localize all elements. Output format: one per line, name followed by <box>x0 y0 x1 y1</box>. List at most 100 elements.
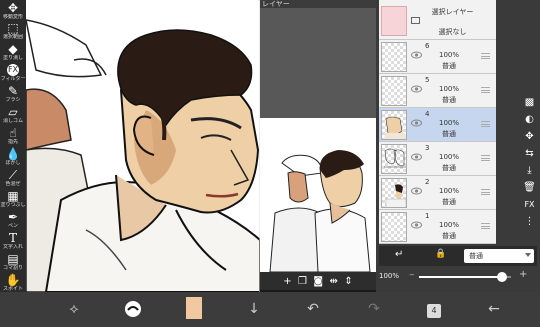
selection-layer-status: 選択なし <box>438 28 467 36</box>
fill-tool[interactable]: ◆ 塗り潰し <box>0 43 26 61</box>
fx-icon[interactable]: FX <box>521 198 538 212</box>
layer-row-3[interactable]: 3 100% 普通 <box>379 142 496 176</box>
brush-icon <box>125 301 141 317</box>
opacity-row: 100% − + <box>379 268 537 286</box>
stamp-tool[interactable]: ▦ 塗りつぶし <box>0 190 26 208</box>
dropper-icon: ☝ <box>9 126 17 140</box>
down-arrow-icon[interactable]: ↓ <box>246 296 262 322</box>
layer-thumbnail-art <box>384 116 406 139</box>
opacity-slider-knob[interactable] <box>496 272 507 282</box>
layer-thumbnail <box>381 212 407 242</box>
layer-row-5[interactable]: 5 100% 普通 <box>379 74 496 108</box>
blur-icon: 💧 <box>5 147 21 161</box>
blur-tool[interactable]: 💧 ぼかし <box>0 148 26 166</box>
opacity-slider[interactable] <box>419 272 511 282</box>
stamp-icon: ▦ <box>7 189 19 203</box>
drag-handle-icon[interactable] <box>481 155 490 161</box>
layer-number: 3 <box>425 144 430 152</box>
back-icon[interactable]: ← <box>484 296 504 322</box>
plus-icon[interactable]: + <box>519 269 527 280</box>
layer-row-4[interactable]: 4 100% 普通 <box>379 108 496 142</box>
drag-handle-icon[interactable] <box>481 53 490 59</box>
brush-settings-icon[interactable]: ⟡ <box>62 296 86 322</box>
camera-icon[interactable]: ◙ <box>313 276 323 287</box>
drag-handle-icon[interactable] <box>481 121 490 127</box>
layer-blend-mode: 普通 <box>442 96 456 104</box>
pen-nib-icon: ✒ <box>7 210 19 224</box>
left-toolbar: ✥ 移動変形 ⬚ 選択範囲 ◆ 塗り潰し FX フィルター ✎ ブラシ ▱ 消しゴム ☝ 指先… <box>0 0 26 292</box>
drag-handle-icon[interactable] <box>481 223 490 229</box>
layer-thumbnail <box>381 42 407 72</box>
artwork-illustration <box>26 0 260 292</box>
layers-count-button[interactable]: 4 <box>424 296 444 322</box>
layer-opacity: 100% <box>438 153 459 161</box>
eye-icon[interactable] <box>411 85 422 93</box>
merge-down-icon[interactable]: ⤓ <box>521 164 538 178</box>
eye-icon[interactable] <box>411 51 422 59</box>
mix-tool[interactable]: ⟋ 色混ぜ <box>0 169 26 187</box>
eye-icon[interactable] <box>411 153 422 161</box>
minus-icon[interactable]: − <box>409 271 415 279</box>
drag-handle-icon[interactable] <box>481 87 490 93</box>
smudge-tool[interactable]: ☝ 指先 <box>0 127 26 145</box>
layer-blend-mode: 普通 <box>442 164 456 172</box>
layer-blend-mode: 普通 <box>442 130 456 138</box>
half-circle-icon[interactable]: ◐ <box>521 113 538 127</box>
selection-layer-title: 選択レイヤー <box>431 8 474 16</box>
opacity-value: 100% <box>379 272 400 280</box>
checker-icon[interactable]: ▩ <box>521 96 538 110</box>
eraser-tool[interactable]: ▱ 消しゴム <box>0 106 26 124</box>
more-icon[interactable]: ⋮ <box>521 215 538 229</box>
flip-icon[interactable]: ⇆ <box>521 147 538 161</box>
eye-icon[interactable] <box>411 221 422 229</box>
layer-opacity: 100% <box>438 187 459 195</box>
frame-icon: ▤ <box>7 252 19 266</box>
fx-icon: FX <box>7 64 19 76</box>
reference-title: レイヤー <box>260 0 376 8</box>
clipping-icon[interactable]: ↵ <box>395 249 403 260</box>
layer-row-1[interactable]: 1 100% 普通 <box>379 210 496 244</box>
lock-icon[interactable]: 🔒 <box>435 249 446 259</box>
layer-row-6[interactable]: 6 100% 普通 <box>379 40 496 74</box>
selection-tool[interactable]: ⬚ 選択範囲 <box>0 22 26 40</box>
eye-icon[interactable] <box>411 119 422 127</box>
drag-handle-icon[interactable] <box>481 189 490 195</box>
flip-v-icon[interactable]: ⇕ <box>344 276 352 287</box>
move-arrows-icon: ✥ <box>7 1 19 15</box>
filter-tool[interactable]: FX フィルター <box>0 64 26 82</box>
eye-icon[interactable] <box>411 187 422 195</box>
color-swatch[interactable] <box>186 297 202 319</box>
hand-icon: ✋ <box>5 273 21 287</box>
layer-number: 5 <box>425 76 430 84</box>
layer-number: 4 <box>425 110 430 118</box>
eraser-icon: ▱ <box>8 105 18 119</box>
eyedropper-tool[interactable]: ✋ スポイト <box>0 274 26 292</box>
move-tool[interactable]: ✥ 移動変形 <box>0 2 26 20</box>
pen-icon: ⟋ <box>8 168 18 182</box>
text-tool[interactable]: T 文字入れ <box>0 232 26 250</box>
undo-icon[interactable]: ↶ <box>303 296 323 322</box>
move-icon[interactable]: ✥ <box>521 130 538 144</box>
blend-mode-select[interactable]: 普通 <box>464 249 534 263</box>
reference-preview[interactable] <box>260 118 376 272</box>
reference-image <box>269 150 371 272</box>
layer-row-2[interactable]: 2 100% 普通 <box>379 176 496 210</box>
layer-thumbnail-art <box>385 184 406 207</box>
brush-tool[interactable]: ✎ ブラシ <box>0 85 26 103</box>
layer-thumbnail <box>381 178 407 208</box>
color-swatch-fill <box>186 297 202 319</box>
brush-preview-button[interactable] <box>120 296 146 322</box>
add-icon[interactable]: + <box>283 276 291 287</box>
frame-tool[interactable]: ▤ コマ割り <box>0 253 26 271</box>
copy-icon[interactable]: ❐ <box>298 276 307 287</box>
layers-count-icon: 4 <box>427 304 441 318</box>
lasso-icon: ⬚ <box>7 21 19 35</box>
selection-layer[interactable]: 選択レイヤー 選択なし <box>379 0 496 40</box>
layer-opacity: 100% <box>438 221 459 229</box>
flip-h-icon[interactable]: ⇹ <box>330 276 338 287</box>
trash-icon[interactable]: 🗑 <box>521 181 538 195</box>
redo-icon[interactable]: ↷ <box>364 296 384 322</box>
drawing-canvas[interactable] <box>26 0 260 292</box>
pen-tool[interactable]: ✒ ペン <box>0 211 26 229</box>
layer-opacity: 100% <box>438 85 459 93</box>
